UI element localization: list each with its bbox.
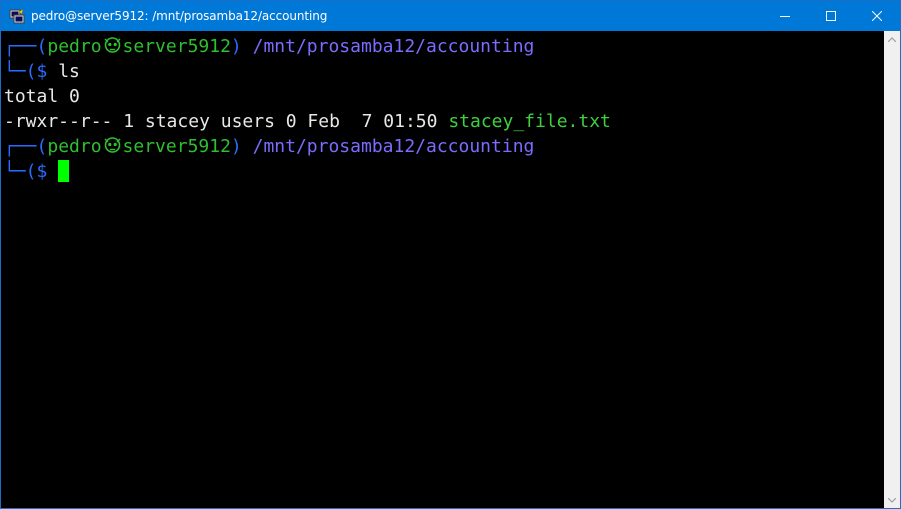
window-title: pedro@server5912: /mnt/prosamba12/accoun… bbox=[31, 9, 328, 23]
scroll-up-button[interactable] bbox=[884, 31, 900, 47]
output-listing: -rwxr--r-- 1 stacey users 0 Feb 7 01:50 … bbox=[4, 109, 611, 134]
putty-icon[interactable] bbox=[9, 8, 25, 24]
title-bar[interactable]: pedro@server5912: /mnt/prosamba12/accoun… bbox=[1, 1, 900, 31]
skull-icon bbox=[102, 37, 123, 55]
prompt-host: server5912 bbox=[122, 36, 231, 57]
prompt-symbol: $ bbox=[36, 61, 48, 82]
prompt-path: /mnt/prosamba12/accounting bbox=[252, 36, 535, 57]
minimize-button[interactable] bbox=[762, 1, 808, 31]
command-line-1: └─($ ls bbox=[4, 59, 80, 84]
terminal-window: pedro@server5912: /mnt/prosamba12/accoun… bbox=[0, 0, 901, 509]
vertical-scrollbar[interactable] bbox=[884, 31, 900, 508]
prompt-user: pedro bbox=[47, 136, 102, 157]
prompt-path: /mnt/prosamba12/accounting bbox=[252, 136, 535, 157]
command-line-2[interactable]: └─($ bbox=[4, 159, 70, 184]
close-button[interactable] bbox=[854, 1, 900, 31]
text-cursor bbox=[58, 160, 70, 182]
command-text: ls bbox=[58, 61, 80, 82]
close-icon bbox=[872, 11, 882, 21]
arrow-up-icon bbox=[888, 36, 896, 42]
prompt-symbol: $ bbox=[36, 161, 48, 182]
prompt-close-paren: ) bbox=[230, 136, 242, 157]
prompt-host: server5912 bbox=[122, 136, 231, 157]
minimize-icon bbox=[780, 16, 790, 17]
prompt-line-2: ┌──(pedro server5912) /mnt/prosamba12/acc… bbox=[4, 134, 534, 159]
terminal-output[interactable]: ┌──(pedro server5912) /mnt/prosamba12/acc… bbox=[1, 31, 884, 508]
prompt-corner-bottom: └─( bbox=[4, 61, 37, 82]
skull-icon bbox=[102, 137, 123, 155]
prompt-line-1: ┌──(pedro server5912) /mnt/prosamba12/acc… bbox=[4, 34, 534, 59]
prompt-close-paren: ) bbox=[230, 36, 242, 57]
prompt-corner-top: ┌──( bbox=[4, 136, 48, 157]
prompt-user: pedro bbox=[47, 36, 102, 57]
maximize-button[interactable] bbox=[808, 1, 854, 31]
output-total: total 0 bbox=[4, 84, 80, 109]
prompt-corner-bottom: └─( bbox=[4, 161, 37, 182]
prompt-corner-top: ┌──( bbox=[4, 36, 48, 57]
maximize-icon bbox=[826, 11, 836, 21]
output-total-text: total 0 bbox=[4, 86, 80, 107]
arrow-down-icon bbox=[888, 497, 896, 503]
listing-meta: -rwxr--r-- 1 stacey users 0 Feb 7 01:50 bbox=[4, 111, 449, 132]
scroll-down-button[interactable] bbox=[884, 492, 900, 508]
listing-filename: stacey_file.txt bbox=[448, 111, 611, 132]
